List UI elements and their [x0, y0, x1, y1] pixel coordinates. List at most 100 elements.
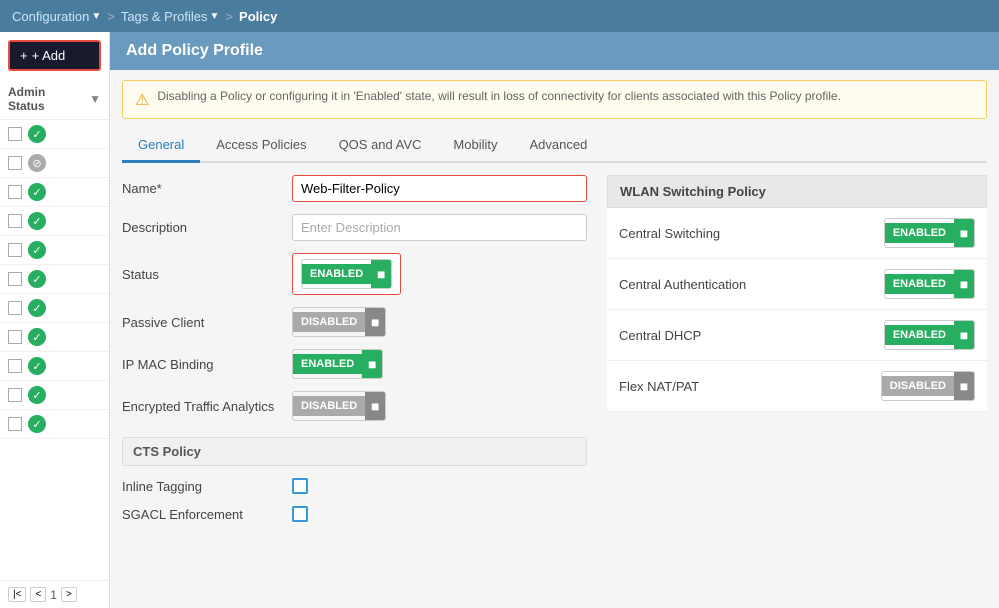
- warning-icon: ⚠: [135, 90, 149, 110]
- row-checkbox[interactable]: [8, 127, 22, 141]
- prev-page-button[interactable]: <: [30, 587, 46, 602]
- inline-tagging-label: Inline Tagging: [122, 479, 282, 494]
- name-field-wrapper: [292, 175, 587, 202]
- central-dhcp-switch: ■: [954, 321, 974, 349]
- separator-1: >: [107, 9, 115, 24]
- separator-2: >: [225, 9, 233, 24]
- ip-mac-row: IP MAC Binding ENABLED ■: [122, 349, 587, 379]
- cts-section: CTS Policy: [122, 437, 587, 466]
- status-icon-green: ✓: [28, 125, 46, 143]
- central-dhcp-value: ENABLED: [885, 325, 954, 345]
- tab-advanced[interactable]: Advanced: [514, 129, 604, 163]
- row-checkbox[interactable]: [8, 156, 22, 170]
- sgacl-checkbox[interactable]: [292, 506, 308, 522]
- central-auth-toggle[interactable]: ENABLED ■: [884, 269, 975, 299]
- breadcrumb: Configuration ▼ > Tags & Profiles ▼ > Po…: [0, 0, 999, 32]
- form-area: Name* Description Status ENABLED: [110, 163, 999, 608]
- tab-general[interactable]: General: [122, 129, 200, 163]
- central-auth-row: Central Authentication ENABLED ■: [607, 259, 987, 310]
- encrypted-toggle[interactable]: DISABLED ■: [292, 391, 386, 421]
- list-item[interactable]: ⊘: [0, 149, 109, 178]
- flex-nat-label: Flex NAT/PAT: [619, 379, 871, 394]
- row-checkbox[interactable]: [8, 417, 22, 431]
- list-item[interactable]: ✓: [0, 178, 109, 207]
- central-dhcp-toggle[interactable]: ENABLED ■: [884, 320, 975, 350]
- row-checkbox[interactable]: [8, 330, 22, 344]
- list-item[interactable]: ✓: [0, 236, 109, 265]
- flex-nat-value: DISABLED: [882, 376, 954, 396]
- status-icon-green: ✓: [28, 328, 46, 346]
- tab-mobility[interactable]: Mobility: [437, 129, 513, 163]
- ip-mac-label: IP MAC Binding: [122, 357, 282, 372]
- description-field-row: Description: [122, 214, 587, 241]
- row-checkbox[interactable]: [8, 301, 22, 315]
- central-switching-value: ENABLED: [885, 223, 954, 243]
- first-page-button[interactable]: |<: [8, 587, 26, 602]
- central-auth-switch: ■: [954, 270, 974, 298]
- name-field-row: Name*: [122, 175, 587, 202]
- tab-access-policies[interactable]: Access Policies: [200, 129, 322, 163]
- central-dhcp-label: Central DHCP: [619, 328, 874, 343]
- encrypted-switch: ■: [365, 392, 385, 420]
- status-icon-green: ✓: [28, 270, 46, 288]
- inline-tagging-checkbox[interactable]: [292, 478, 308, 494]
- plus-icon: +: [20, 48, 28, 63]
- central-switching-toggle[interactable]: ENABLED ■: [884, 218, 975, 248]
- nav-config[interactable]: Configuration: [12, 9, 89, 24]
- status-toggle-wrapper: ENABLED ■: [292, 253, 401, 295]
- row-checkbox[interactable]: [8, 388, 22, 402]
- list-item[interactable]: ✓: [0, 265, 109, 294]
- flex-nat-toggle[interactable]: DISABLED ■: [881, 371, 975, 401]
- status-icon-green: ✓: [28, 386, 46, 404]
- list-item[interactable]: ✓: [0, 410, 109, 439]
- status-toggle[interactable]: ENABLED ■: [301, 259, 392, 289]
- list-item[interactable]: ✓: [0, 323, 109, 352]
- status-icon-green: ✓: [28, 183, 46, 201]
- tab-qos-avc[interactable]: QOS and AVC: [323, 129, 438, 163]
- list-item[interactable]: ✓: [0, 207, 109, 236]
- inline-tagging-row: Inline Tagging: [122, 478, 587, 494]
- list-item[interactable]: ✓: [0, 352, 109, 381]
- ip-mac-switch: ■: [362, 350, 382, 378]
- tags-dropdown-icon: ▼: [210, 11, 220, 22]
- row-checkbox[interactable]: [8, 272, 22, 286]
- passive-client-label: Passive Client: [122, 315, 282, 330]
- filter-icon[interactable]: ▼: [89, 92, 101, 106]
- admin-status-label: Admin Status: [8, 85, 85, 113]
- list-item[interactable]: ✓: [0, 120, 109, 149]
- flex-nat-row: Flex NAT/PAT DISABLED ■: [607, 361, 987, 412]
- config-dropdown-icon: ▼: [91, 11, 101, 22]
- encrypted-toggle-label: DISABLED: [293, 396, 365, 416]
- add-button-label: + Add: [32, 48, 66, 63]
- status-icon-green: ✓: [28, 357, 46, 375]
- flex-nat-switch: ■: [954, 372, 974, 400]
- row-checkbox[interactable]: [8, 359, 22, 373]
- central-auth-label: Central Authentication: [619, 277, 874, 292]
- sidebar-header: Admin Status ▼: [0, 79, 109, 120]
- nav-current: Policy: [239, 9, 277, 24]
- passive-client-toggle[interactable]: DISABLED ■: [292, 307, 386, 337]
- row-checkbox[interactable]: [8, 185, 22, 199]
- list-item[interactable]: ✓: [0, 381, 109, 410]
- nav-tags[interactable]: Tags & Profiles: [121, 9, 208, 24]
- warning-banner: ⚠ Disabling a Policy or configuring it i…: [122, 80, 987, 119]
- description-label: Description: [122, 220, 282, 235]
- encrypted-label: Encrypted Traffic Analytics: [122, 399, 282, 414]
- status-icon-green: ✓: [28, 241, 46, 259]
- row-checkbox[interactable]: [8, 214, 22, 228]
- content-area: Add Policy Profile ⚠ Disabling a Policy …: [110, 32, 999, 608]
- page-number: 1: [50, 588, 57, 602]
- tabs-bar: General Access Policies QOS and AVC Mobi…: [122, 129, 987, 163]
- list-item[interactable]: ✓: [0, 294, 109, 323]
- right-panel-title: WLAN Switching Policy: [607, 175, 987, 208]
- ip-mac-toggle[interactable]: ENABLED ■: [292, 349, 383, 379]
- page-title: Add Policy Profile: [110, 32, 999, 70]
- row-checkbox[interactable]: [8, 243, 22, 257]
- name-label: Name*: [122, 181, 282, 196]
- add-button[interactable]: + + Add: [8, 40, 101, 71]
- description-input[interactable]: [292, 214, 587, 241]
- right-panel: WLAN Switching Policy Central Switching …: [607, 175, 987, 596]
- name-input[interactable]: [293, 176, 586, 201]
- next-page-button[interactable]: >: [61, 587, 77, 602]
- central-auth-value: ENABLED: [885, 274, 954, 294]
